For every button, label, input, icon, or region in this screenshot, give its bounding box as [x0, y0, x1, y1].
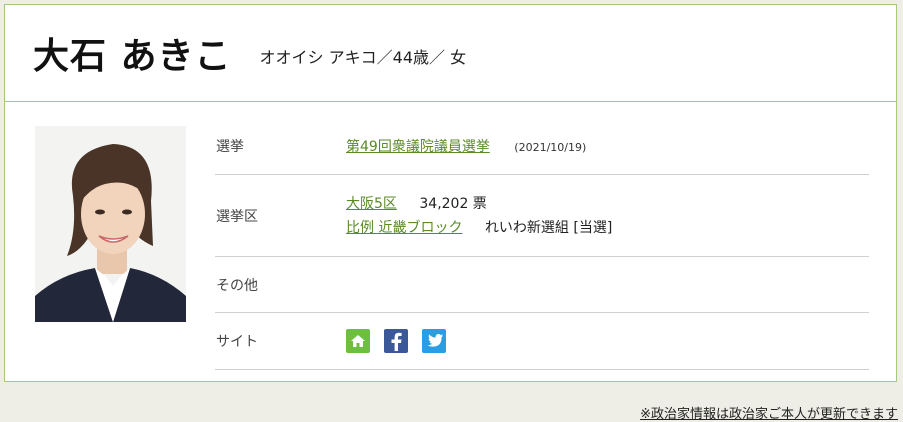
- row-election: 選挙 第49回衆議院議員選挙 (2021/10/19): [215, 118, 869, 175]
- label-district: 選挙区: [216, 208, 258, 225]
- portrait-image: [35, 126, 186, 322]
- row-site: サイト: [215, 313, 869, 370]
- party-result: れいわ新選組 [当選]: [484, 219, 613, 236]
- election-date: (2021/10/19): [514, 141, 587, 154]
- update-note-link[interactable]: ※政治家情報は政治家ご本人が更新できます: [640, 403, 898, 422]
- row-district: 選挙区 大阪5区 34,202 票 比例 近畿ブロック れいわ新選組 [当選]: [215, 175, 869, 257]
- politician-photo: [35, 126, 186, 322]
- politician-name: 大石 あきこ: [33, 36, 232, 77]
- site-icons: [346, 329, 446, 353]
- profile-card: 大石 あきこ オオイシ アキコ／44歳／ 女 選挙 第49回衆議院議員選挙 (2…: [4, 4, 897, 382]
- label-site: サイト: [216, 334, 258, 350]
- info-table: 選挙 第49回衆議院議員選挙 (2021/10/19) 選挙区 大阪5区 34,…: [215, 118, 869, 370]
- label-election: 選挙: [216, 139, 244, 155]
- kana-age-gender: オオイシ アキコ／44歳／ 女: [259, 48, 467, 67]
- facebook-icon[interactable]: [384, 329, 408, 353]
- label-other: その他: [216, 277, 258, 294]
- district-link[interactable]: 大阪5区: [346, 196, 397, 212]
- row-other: その他: [215, 257, 869, 313]
- election-link[interactable]: 第49回衆議院議員選挙: [346, 139, 490, 155]
- vote-count: 34,202 票: [419, 195, 487, 212]
- pr-block-link[interactable]: 比例 近畿ブロック: [346, 220, 462, 236]
- home-icon[interactable]: [346, 329, 370, 353]
- profile-header: 大石 あきこ オオイシ アキコ／44歳／ 女: [5, 5, 896, 102]
- twitter-icon[interactable]: [422, 329, 446, 353]
